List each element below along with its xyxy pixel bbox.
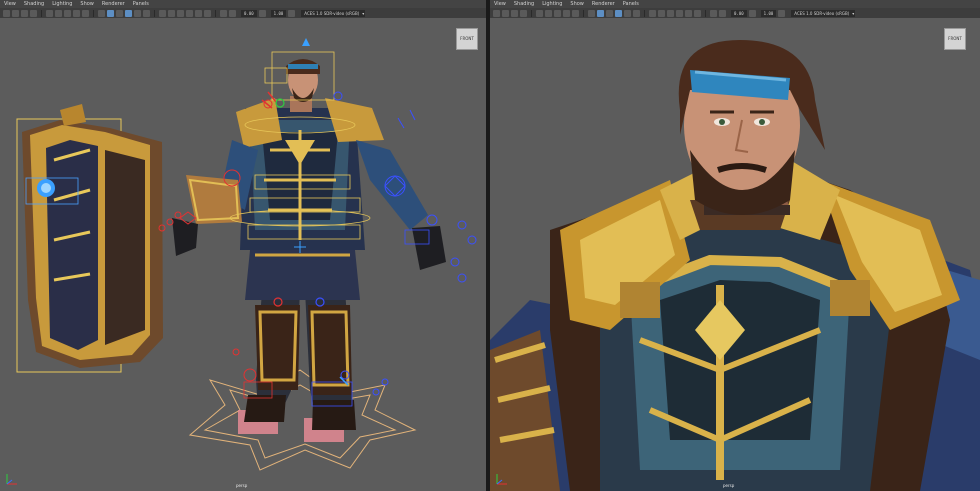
shield-prop[interactable] — [16, 104, 163, 373]
camera-label: persp — [723, 483, 735, 488]
axis-gizmo-icon — [6, 474, 17, 485]
viewport-right[interactable]: View Shading Lighting Show Renderer Pane… — [490, 0, 980, 491]
character-closeup-mesh[interactable] — [490, 40, 980, 491]
camera-label: persp — [236, 483, 248, 488]
scene-rig-view — [16, 38, 477, 471]
ground-control-curve[interactable] — [188, 369, 417, 471]
viewport-left[interactable]: View Shading Lighting Show Renderer Pane… — [0, 0, 486, 491]
character-mesh[interactable] — [172, 59, 446, 430]
maya-workspace: View Shading Lighting Show Renderer Pane… — [0, 0, 980, 491]
axis-gizmo-icon — [496, 474, 507, 485]
scene-closeup-view — [490, 40, 980, 491]
